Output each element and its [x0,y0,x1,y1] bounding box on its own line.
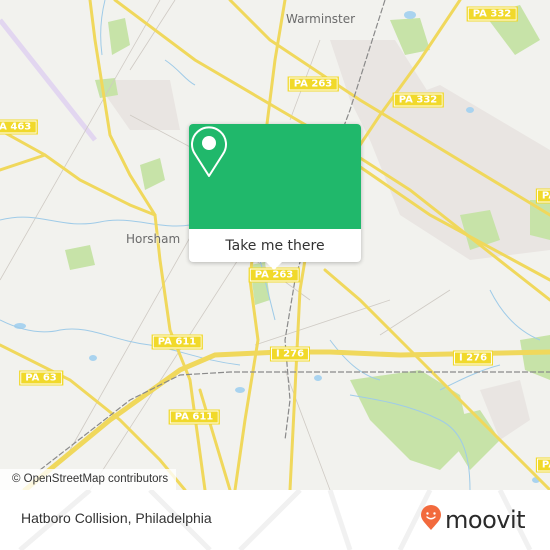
route-shield-i-276: I 276 [269,346,311,362]
route-shield-pa: PA [535,457,550,473]
take-me-there-button[interactable]: Take me there [189,229,361,262]
popup-pointer [265,261,283,270]
place-label-horsham: Horsham [126,232,181,246]
route-shield-i-276: I 276 [452,350,494,366]
map-view[interactable]: Warminster Horsham PA 332 PA 263 PA 332 … [0,0,550,490]
destination-popup[interactable]: Take me there [189,124,361,270]
place-label-warminster: Warminster [286,12,356,26]
map-attribution[interactable]: © OpenStreetMap contributors [0,469,177,490]
route-shield-pa-263: PA 263 [287,76,339,92]
place-title: Hatboro Collision, Philadelphia [21,510,212,526]
route-shield-pa: PA [535,188,550,204]
route-shield-pa-63: PA 63 [19,370,63,386]
moovit-wordmark: moovit [445,506,526,534]
moovit-logo[interactable]: moovit [420,505,526,535]
footer-bar: Hatboro Collision, Philadelphia moovit [0,490,550,550]
route-shield-pa-611: PA 611 [168,409,220,425]
moovit-smile-pin-icon [420,505,442,535]
popup-header [189,124,361,229]
route-shield-pa-611: PA 611 [151,334,203,350]
route-shield-pa-332: PA 332 [392,92,444,108]
route-shield-pa-332: PA 332 [466,6,518,22]
route-shield-pa-463: PA 463 [0,119,38,135]
